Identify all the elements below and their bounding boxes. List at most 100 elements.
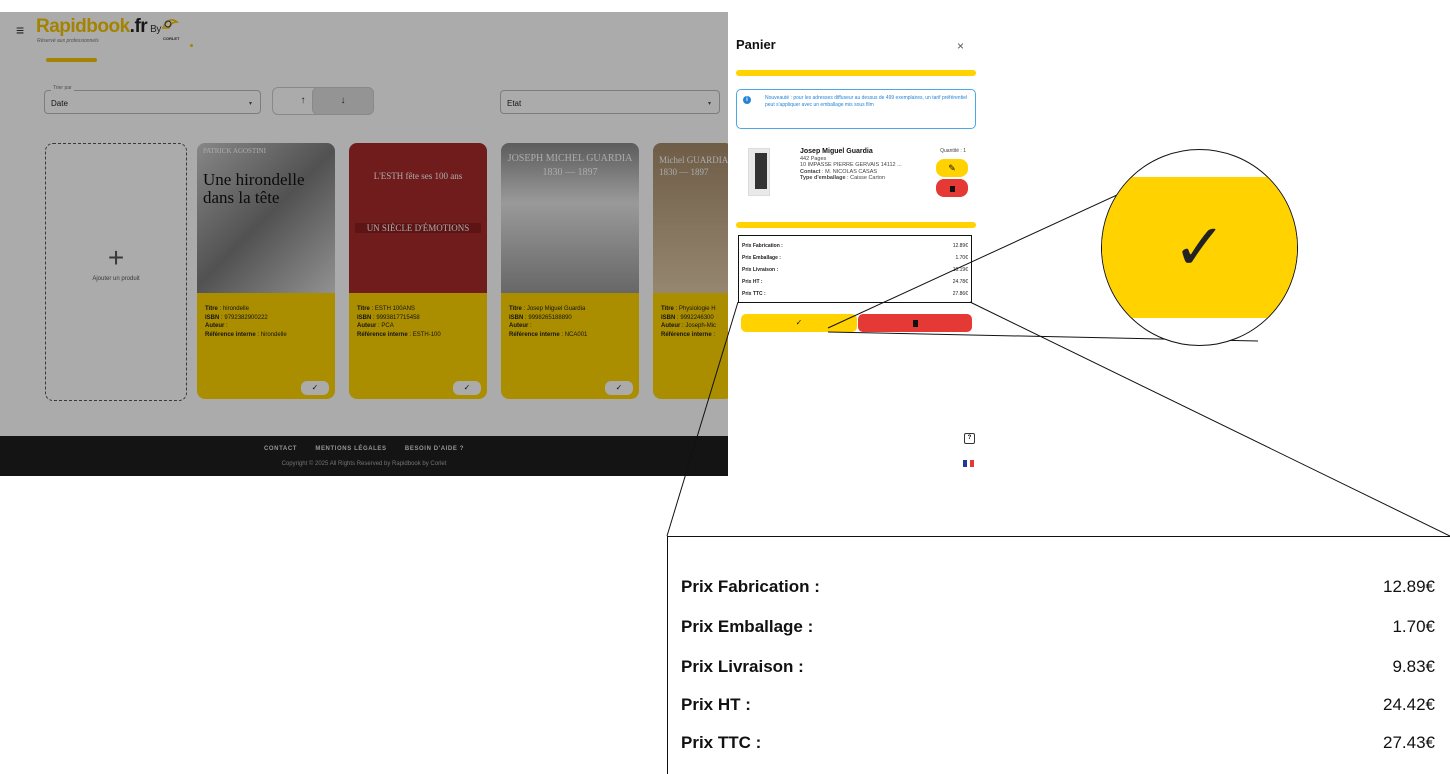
select-check-button[interactable]: ✓ bbox=[301, 381, 329, 395]
product-card[interactable]: JOSEPH MICHEL GUARDIA 1830 — 1897 Titre … bbox=[501, 143, 639, 399]
product-author: PCA bbox=[381, 323, 394, 329]
cover-title: Une hirondelle dans la tête bbox=[203, 170, 305, 207]
tab-indicator bbox=[46, 58, 97, 62]
product-card[interactable]: Michel GUARDIA 1830 — 1897 Titre : Physi… bbox=[653, 143, 733, 399]
product-isbn: 9792382900222 bbox=[224, 314, 268, 321]
top-bar: ≡ Rapidbook.fr By Réservé aux professionn… bbox=[0, 12, 728, 64]
price-row: Prix Emballage : 1.70€ bbox=[739, 255, 971, 267]
cover-title: JOSEPH MICHEL GUARDIA bbox=[507, 153, 633, 164]
price-label: Prix TTC : bbox=[742, 291, 766, 297]
price-summary: Prix Fabrication : 12.89€ Prix Emballage … bbox=[738, 235, 972, 303]
price-label: Prix TTC : bbox=[681, 733, 762, 752]
pencil-icon: ✎ bbox=[948, 163, 956, 173]
app-window: ≡ Rapidbook.fr By Réservé aux professionn… bbox=[0, 12, 985, 476]
sort-label: Trier par bbox=[51, 85, 74, 91]
cover-title: L'ESTH fête ses 100 ans bbox=[373, 171, 463, 181]
product-ref: NCA001 bbox=[564, 331, 588, 338]
footer-link-help[interactable]: BESOIN D'AIDE ? bbox=[405, 446, 464, 452]
corlet-bird-icon bbox=[161, 19, 180, 29]
book-cover: PATRICK AGOSTINI Une hirondelle dans la … bbox=[197, 143, 335, 293]
state-select[interactable]: Etat ▾ bbox=[500, 90, 720, 114]
author-label: Auteur bbox=[205, 323, 225, 329]
zoom-price-row: Prix HT : 24.42€ bbox=[681, 695, 1435, 719]
price-value: 27.86€ bbox=[952, 291, 968, 297]
french-flag-icon[interactable] bbox=[963, 460, 975, 467]
logo-dot bbox=[190, 44, 193, 47]
item-packaging: Caisse Carton bbox=[850, 175, 885, 181]
select-check-button[interactable]: ✓ bbox=[605, 381, 633, 395]
price-value: 24.42€ bbox=[1383, 695, 1435, 714]
zoom-price-summary: Prix Fabrication : 12.89€ Prix Emballage … bbox=[667, 536, 1450, 774]
book-cover: Michel GUARDIA 1830 — 1897 bbox=[653, 143, 733, 293]
help-icon[interactable]: ? bbox=[964, 433, 975, 444]
price-value: 9.83€ bbox=[1392, 657, 1435, 676]
zoom-button-band: ✓ bbox=[1102, 177, 1297, 318]
plus-icon: + bbox=[107, 242, 125, 273]
author-label: Auteur bbox=[357, 323, 377, 329]
title-label: Titre bbox=[661, 306, 674, 312]
title-label: Titre bbox=[357, 306, 370, 312]
menu-icon[interactable]: ≡ bbox=[16, 22, 24, 38]
zoom-price-row: Prix Fabrication : 12.89€ bbox=[681, 577, 1435, 601]
price-row: Prix Livraison : 10.19€ bbox=[739, 267, 971, 279]
zoom-price-row: Prix Emballage : 1.70€ bbox=[681, 617, 1435, 641]
cart-title: Panier bbox=[736, 37, 776, 52]
product-title: Josep Miguel Guardia bbox=[526, 306, 586, 312]
cart-divider-top bbox=[736, 70, 976, 76]
logo-text: Rapidbook bbox=[36, 16, 130, 37]
add-product-card[interactable]: + Ajouter un produit bbox=[45, 143, 187, 401]
price-label: Prix Emballage : bbox=[742, 255, 781, 261]
empty-cart-button[interactable] bbox=[858, 314, 972, 332]
price-label: Prix HT : bbox=[742, 279, 763, 285]
price-label: Prix HT : bbox=[681, 695, 751, 714]
price-label: Prix Livraison : bbox=[742, 267, 779, 273]
logo-partner: CORLET bbox=[163, 36, 180, 41]
close-icon[interactable]: × bbox=[957, 39, 964, 53]
footer-link-contact[interactable]: CONTACT bbox=[264, 446, 297, 452]
product-card[interactable]: L'ESTH fête ses 100 ans UN SIÈCLE D'ÉMOT… bbox=[349, 143, 487, 399]
price-label: Prix Fabrication : bbox=[681, 577, 820, 596]
ref-label: Référence interne bbox=[509, 331, 560, 338]
price-label: Prix Emballage : bbox=[681, 617, 814, 636]
arrow-up-icon: ↑ bbox=[300, 95, 306, 106]
cover-dates: 1830 — 1897 bbox=[659, 167, 709, 177]
check-icon: ✓ bbox=[1172, 211, 1227, 283]
state-value: Etat bbox=[507, 99, 522, 108]
rapidbook-logo[interactable]: Rapidbook.fr By bbox=[36, 16, 161, 38]
info-notice: i Nouveauté : pour les adresses diffuseu… bbox=[736, 89, 976, 129]
price-value: 12.89€ bbox=[1383, 577, 1435, 596]
price-label: Prix Livraison : bbox=[681, 657, 804, 676]
check-icon: ✓ bbox=[795, 318, 803, 327]
cart-item: Josep Miguel Guardia 442 Pages 10 IMPASS… bbox=[742, 146, 972, 202]
footer-links: CONTACT MENTIONS LÉGALES BESOIN D'AIDE ? bbox=[0, 436, 728, 452]
product-title: ESTH 100ANS bbox=[374, 306, 415, 312]
footer: CONTACT MENTIONS LÉGALES BESOIN D'AIDE ?… bbox=[0, 436, 728, 476]
price-row: Prix HT : 24.78€ bbox=[739, 279, 971, 291]
ref-label: Référence interne bbox=[205, 331, 256, 338]
sort-descending-button[interactable]: ↓ bbox=[312, 87, 374, 115]
item-details: Josep Miguel Guardia 442 Pages 10 IMPASS… bbox=[800, 148, 902, 181]
zoom-price-row: Prix TTC : 27.43€ bbox=[681, 733, 1435, 757]
sort-select[interactable]: Trier par Date ▾ bbox=[44, 85, 261, 114]
trash-icon bbox=[949, 186, 955, 192]
product-card[interactable]: PATRICK AGOSTINI Une hirondelle dans la … bbox=[197, 143, 335, 399]
contact-label: Contact bbox=[800, 168, 821, 175]
footer-link-legal[interactable]: MENTIONS LÉGALES bbox=[315, 446, 386, 452]
delete-item-button[interactable] bbox=[936, 179, 968, 197]
price-row: Prix Fabrication : 12.89€ bbox=[739, 243, 971, 255]
cover-author: PATRICK AGOSTINI bbox=[203, 147, 266, 155]
logo-subtitle: Réservé aux professionnels bbox=[37, 38, 99, 44]
trash-icon bbox=[912, 320, 918, 327]
author-label: Auteur bbox=[509, 323, 529, 329]
cover-dates: 1830 — 1897 bbox=[542, 167, 598, 178]
author-label: Auteur bbox=[661, 323, 681, 329]
ref-label: Référence interne bbox=[661, 331, 712, 338]
product-ref: ESTH-100 bbox=[412, 331, 441, 338]
isbn-label: ISBN bbox=[357, 314, 372, 321]
product-author: Joseph-Mic bbox=[685, 323, 717, 329]
isbn-label: ISBN bbox=[509, 314, 524, 321]
edit-item-button[interactable]: ✎ bbox=[936, 159, 968, 177]
select-check-button[interactable]: ✓ bbox=[453, 381, 481, 395]
validate-cart-button[interactable]: ✓ bbox=[741, 314, 857, 332]
footer-copyright: Copyright © 2025 All Rights Reserved by … bbox=[281, 461, 447, 467]
